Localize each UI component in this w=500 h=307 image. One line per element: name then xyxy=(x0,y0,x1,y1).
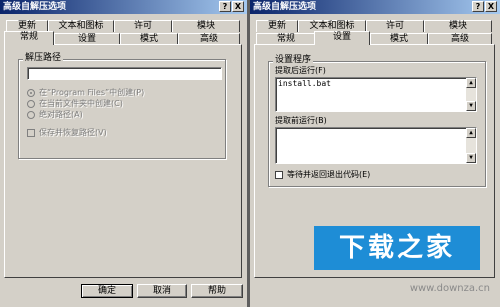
left-help-button[interactable]: ? xyxy=(219,1,231,12)
wait-exit-code-checkbox[interactable] xyxy=(275,171,283,179)
left-title-bar: 高级自解压选项 ? X xyxy=(0,0,247,14)
radio-current-folder[interactable] xyxy=(27,100,35,108)
right-help-button[interactable]: ? xyxy=(472,1,484,12)
left-tab-text-icon[interactable]: 文本和图标 xyxy=(48,20,114,32)
right-tab-module[interactable]: 模块 xyxy=(424,20,492,32)
left-tab-license[interactable]: 许可 xyxy=(114,20,172,32)
watermark-text: 下载之家 xyxy=(338,233,455,263)
run-before-scrollbar[interactable]: ▲ ▼ xyxy=(466,128,476,163)
left-dialog: 高级自解压选项 ? X 更新 文本和图标 许可 模块 常规 设置 模式 高级 解… xyxy=(0,0,247,307)
right-tab-setup[interactable]: 设置 xyxy=(314,31,370,45)
save-path-checkbox[interactable] xyxy=(27,129,35,137)
watermark-url: www.downza.cn xyxy=(409,283,490,294)
setup-program-label: 设置程序 xyxy=(273,55,314,65)
run-after-label: 提取后运行(F) xyxy=(275,66,326,75)
right-title-bar: 高级自解压选项 ? X xyxy=(250,0,500,14)
left-tab-module[interactable]: 模块 xyxy=(172,20,240,32)
save-path-label: 保存并恢复路径(V) xyxy=(39,128,107,137)
run-after-value: install.bat xyxy=(278,79,331,88)
radio-program-files[interactable] xyxy=(27,89,35,97)
left-close-button[interactable]: X xyxy=(232,1,244,12)
option-current-folder-label: 在当前文件夹中创建(C) xyxy=(39,99,123,108)
cancel-button[interactable]: 取消 xyxy=(137,284,187,298)
right-tab-license[interactable]: 许可 xyxy=(366,20,424,32)
left-dialog-title: 高级自解压选项 xyxy=(3,2,67,12)
run-before-label: 提取前运行(B) xyxy=(275,116,327,125)
left-tab-general[interactable]: 常规 xyxy=(4,31,54,45)
ok-button[interactable]: 确定 xyxy=(81,284,133,298)
option-absolute-path-label: 绝对路径(A) xyxy=(39,110,83,119)
radio-absolute-path[interactable] xyxy=(27,111,35,119)
scroll-up-icon[interactable]: ▲ xyxy=(466,78,476,88)
extract-path-label: 解压路径 xyxy=(23,53,64,63)
wait-exit-code-label: 等待并返回退出代码(E) xyxy=(287,170,371,179)
help-button[interactable]: 帮助 xyxy=(191,284,243,298)
right-close-button[interactable]: X xyxy=(485,1,497,12)
run-after-scrollbar[interactable]: ▲ ▼ xyxy=(466,78,476,111)
scroll-down-icon[interactable]: ▼ xyxy=(466,153,476,163)
right-dialog-title: 高级自解压选项 xyxy=(253,2,317,12)
extract-path-input[interactable] xyxy=(27,67,222,80)
run-before-textarea[interactable]: ▲ ▼ xyxy=(275,127,477,164)
left-tab-panel: 解压路径 在“Program Files”中创建(P) 在当前文件夹中创建(C)… xyxy=(4,44,242,278)
scroll-up-icon[interactable]: ▲ xyxy=(466,128,476,138)
right-tab-update[interactable]: 更新 xyxy=(256,20,298,32)
scroll-down-icon[interactable]: ▼ xyxy=(466,101,476,111)
run-after-textarea[interactable]: install.bat ▲ ▼ xyxy=(275,77,477,112)
option-program-files-label: 在“Program Files”中创建(P) xyxy=(39,88,145,97)
